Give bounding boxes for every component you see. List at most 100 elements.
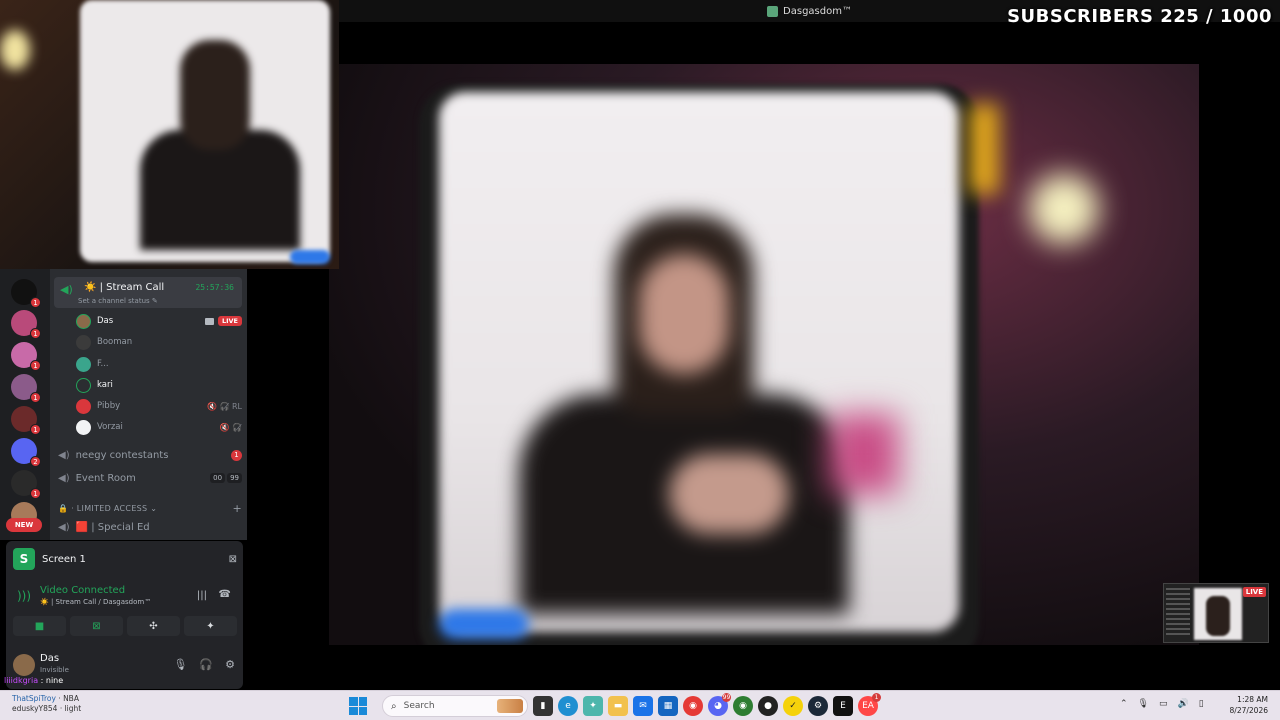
volume-icon[interactable]: 🔊 — [1178, 699, 1189, 709]
file-explorer-icon[interactable]: ▬ — [608, 696, 628, 716]
screen-share-row[interactable]: S Screen 1 ⊠ — [13, 548, 237, 570]
voice-channel-item[interactable]: ◀) 🟥 | Special Ed — [58, 518, 242, 536]
camera-icon — [204, 317, 214, 325]
camera-button[interactable]: ■ — [13, 616, 66, 636]
gear-icon[interactable]: ⚙ — [225, 658, 235, 671]
search-icon: ⌕ — [391, 700, 397, 712]
chat-tag: · NBA — [58, 694, 79, 703]
live-badge: LIVE — [1242, 587, 1266, 597]
windows-start-icon[interactable] — [349, 697, 367, 715]
noise-suppression-icon[interactable]: ||| — [197, 590, 207, 601]
microphone-icon[interactable]: 🎙 — [173, 658, 187, 671]
norton-icon[interactable]: ✓ — [783, 696, 803, 716]
unread-badge: 2 — [30, 456, 41, 467]
unread-badge: 1 — [30, 392, 41, 403]
code-panel — [1166, 588, 1190, 638]
server-icon[interactable]: 1 — [11, 374, 41, 403]
discord-icon[interactable]: 2 — [11, 438, 41, 467]
channel-status-prompt[interactable]: Set a channel status ✎ — [78, 297, 158, 305]
app-icon — [767, 5, 779, 17]
voice-member[interactable]: Booman — [76, 333, 242, 351]
stream-video[interactable] — [329, 64, 1199, 645]
task-view-icon[interactable]: ▮ — [533, 696, 553, 716]
chrome-icon[interactable]: ◉ — [683, 696, 703, 716]
user-name: Das — [40, 653, 60, 664]
server-icon[interactable]: 1 — [11, 470, 41, 499]
copilot-icon[interactable]: ✦ — [583, 696, 603, 716]
window-title: Dasgasdom™ — [783, 5, 852, 17]
member-name: F... — [97, 359, 109, 369]
unread-badge: 1 — [30, 360, 41, 371]
voice-member[interactable]: kari — [76, 376, 242, 394]
voice-channel-header[interactable]: ◀) ☀️ | Stream Call 25:57:36 Set a chann… — [54, 277, 242, 308]
speaker-icon: ◀) — [58, 449, 70, 461]
voice-member[interactable]: Pibby 🔇 🎧̸ RL — [76, 397, 242, 415]
connection-channel[interactable]: ☀️ | Stream Call / Dasgasdom™ — [40, 598, 151, 606]
microphone-icon[interactable]: 🎙 — [1138, 699, 1149, 709]
system-tray: ⌃ 🎙 ▭ 🔊 ▯ — [1120, 699, 1204, 709]
speaker-icon: ◀) — [58, 521, 70, 533]
light-bokeh — [0, 30, 30, 70]
blurred-blue-button — [290, 250, 330, 264]
channel-list: ◀) ☀️ | Stream Call 25:57:36 Set a chann… — [50, 269, 247, 540]
voice-member[interactable]: Das LIVE — [76, 312, 242, 330]
screen-share-button[interactable]: ⊠ — [70, 616, 123, 636]
category-header[interactable]: 🔒 · LIMITED ACCESS ⌄ + — [58, 502, 242, 515]
headphones-icon[interactable]: 🎧 — [199, 658, 213, 671]
live-badge: LIVE — [217, 316, 242, 326]
activities-button[interactable]: ✣ — [127, 616, 180, 636]
member-name: Pibby — [97, 401, 121, 411]
server-icon[interactable]: 1 — [11, 279, 41, 308]
server-icon[interactable]: 1 — [11, 406, 41, 435]
search-highlight-image — [497, 699, 523, 713]
chat-message: liiidkgria : nine — [4, 676, 63, 685]
disconnect-icon[interactable]: ☎ — [219, 589, 231, 600]
server-icon[interactable]: 1 — [11, 310, 41, 339]
ea-app-icon[interactable]: EA 1 — [858, 693, 881, 716]
obs-icon[interactable]: ● — [758, 696, 778, 716]
signal-icon[interactable]: ))) — [17, 589, 31, 603]
new-servers-pill[interactable]: NEW — [6, 518, 42, 532]
channel-name: 🟥 | Special Ed — [75, 521, 150, 533]
chrome-profile-icon[interactable]: ◉ — [733, 696, 753, 716]
clock-time: 1:28 AM — [1237, 695, 1268, 704]
taskbar-search[interactable]: ⌕ Search — [382, 695, 528, 717]
chat-text: eduskyY854 · light — [12, 704, 82, 713]
user-count: 00 — [210, 473, 226, 483]
category-label: 🔒 · LIMITED ACCESS ⌄ — [58, 504, 158, 513]
battery-icon[interactable]: ▯ — [1199, 699, 1204, 709]
screen-label: Screen 1 — [42, 553, 86, 565]
steam-icon[interactable]: ⚙ — [808, 696, 828, 716]
voice-member[interactable]: F... — [76, 355, 242, 373]
webcam-popout[interactable] — [0, 0, 339, 269]
edge-icon[interactable]: e — [558, 696, 578, 716]
pink-bokeh — [829, 414, 899, 494]
screen-share-icon: S — [13, 548, 35, 570]
soundboard-button[interactable]: ✦ — [184, 616, 237, 636]
avatar — [76, 419, 91, 435]
voice-channel-item[interactable]: ◀) Event Room 00 99 — [58, 469, 242, 487]
mini-webcam[interactable]: LIVE — [1163, 583, 1269, 643]
store-icon[interactable]: ▦ — [658, 696, 678, 716]
light-streak — [969, 104, 999, 194]
voice-panel: S Screen 1 ⊠ ))) Video Connected ☀️ | St… — [6, 541, 243, 689]
add-channel-icon[interactable]: + — [232, 502, 242, 515]
subscriber-goal-overlay: SUBSCRIBERS 225 / 1000 — [1007, 6, 1272, 27]
avatar[interactable] — [13, 654, 35, 676]
avatar — [76, 377, 91, 393]
person-figure — [519, 214, 849, 614]
chevron-up-icon[interactable]: ⌃ — [1120, 699, 1128, 709]
display-icon[interactable]: ▭ — [1159, 699, 1168, 709]
avatar — [76, 313, 91, 329]
discord-icon[interactable]: ◕ 99 — [708, 693, 731, 716]
voice-channel-item[interactable]: ◀) neegy contestants 1 — [58, 446, 242, 464]
voice-connection-row: ))) Video Connected ☀️ | Stream Call / D… — [13, 583, 237, 609]
taskbar-clock[interactable]: 1:28 AM 8/27/2026 — [1230, 694, 1268, 716]
voice-actions: ■ ⊠ ✣ ✦ — [13, 616, 237, 636]
voice-member[interactable]: Vorzai 🔇 🎧̸ — [76, 418, 242, 436]
channel-name: neegy contestants — [75, 449, 169, 461]
stop-share-icon[interactable]: ⊠ — [229, 554, 237, 565]
server-icon[interactable]: 1 — [11, 342, 41, 371]
epic-games-icon[interactable]: E — [833, 696, 853, 716]
outlook-icon[interactable]: ✉ — [633, 696, 653, 716]
